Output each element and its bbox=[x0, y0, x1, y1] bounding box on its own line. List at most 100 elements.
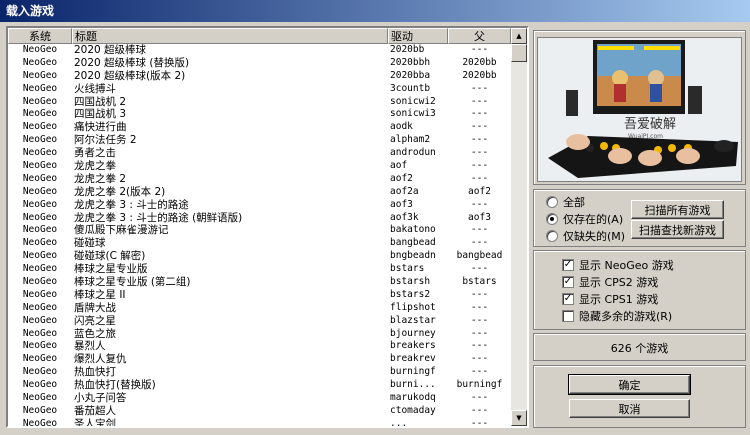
option-show-cps2[interactable]: ✓ 显示 CPS2 游戏 bbox=[562, 274, 658, 290]
table-row[interactable]: NeoGeo 龙虎之拳 3 : 斗士的路途 (朝鲜语版) aof3k aof3 bbox=[8, 212, 511, 225]
row-driver: marukodq bbox=[390, 392, 436, 404]
checkbox-icon[interactable]: ✓ bbox=[562, 259, 574, 271]
game-list[interactable]: 系统 标题 驱动 父 NeoGeo 2020 超级棒球 2020bb --- NeoGe… bbox=[6, 26, 529, 428]
scroll-up-arrow-icon[interactable]: ▲ bbox=[511, 28, 527, 44]
title-bar: 载入游戏 bbox=[0, 0, 750, 22]
table-row[interactable]: NeoGeo 勇者之击 androdun --- bbox=[8, 147, 511, 160]
table-row[interactable]: NeoGeo 火线搏斗 3countb --- bbox=[8, 83, 511, 96]
column-header-parent[interactable]: 父 bbox=[448, 28, 511, 44]
column-header-system[interactable]: 系统 bbox=[8, 28, 72, 44]
row-title: 蓝色之旅 bbox=[74, 327, 116, 340]
row-system: NeoGeo bbox=[22, 276, 58, 288]
table-row[interactable]: NeoGeo 龙虎之拳 2 aof2 --- bbox=[8, 173, 511, 186]
column-header-title[interactable]: 标题 bbox=[72, 28, 388, 44]
table-row[interactable]: NeoGeo 热血快打(替换版) burni... burningf bbox=[8, 379, 511, 392]
row-parent: bstars bbox=[462, 276, 497, 288]
row-driver: ctomaday bbox=[390, 404, 436, 416]
table-row[interactable]: NeoGeo 热血快打 burningf --- bbox=[8, 366, 511, 379]
row-parent: --- bbox=[470, 327, 489, 339]
table-row[interactable]: NeoGeo 棒球之星专业版 bstars --- bbox=[8, 263, 511, 276]
ok-button[interactable]: 确定 bbox=[568, 374, 691, 395]
row-parent: 2020bb bbox=[462, 56, 497, 68]
row-parent: --- bbox=[470, 340, 489, 352]
table-row[interactable]: NeoGeo 爆烈人复仇 breakrev --- bbox=[8, 353, 511, 366]
option-show-cps1[interactable]: ✓ 显示 CPS1 游戏 bbox=[562, 291, 658, 307]
table-row[interactable]: NeoGeo 2020 超级棒球 (替换版) 2020bbh 2020bb bbox=[8, 57, 511, 70]
row-title: 盾牌大战 bbox=[74, 301, 116, 314]
row-system: NeoGeo bbox=[22, 69, 58, 81]
row-parent: --- bbox=[470, 44, 489, 55]
table-row[interactable]: NeoGeo 碰碰球(C 解密) bngbeadn bangbead bbox=[8, 250, 511, 263]
row-title: 龙虎之拳 2(版本 2) bbox=[74, 185, 166, 198]
row-system: NeoGeo bbox=[22, 366, 58, 378]
table-row[interactable]: NeoGeo 盾牌大战 flipshot --- bbox=[8, 302, 511, 315]
table-row[interactable]: NeoGeo 小丸子问答 marukodq --- bbox=[8, 392, 511, 405]
row-title: 爆烈人复仇 bbox=[74, 353, 127, 366]
filter-radio-missing[interactable]: 仅缺失的(M) bbox=[546, 228, 625, 244]
row-title: 勇者之击 bbox=[74, 147, 116, 160]
table-row[interactable]: NeoGeo 棒球之星专业版 (第二组) bstarsh bstars bbox=[8, 276, 511, 289]
scroll-thumb[interactable] bbox=[511, 44, 527, 62]
row-driver: 3countb bbox=[390, 82, 431, 94]
row-system: NeoGeo bbox=[22, 108, 58, 120]
checkbox-icon[interactable]: ✓ bbox=[562, 276, 574, 288]
row-title: 四国战机 2 bbox=[74, 95, 127, 108]
radio-indicator[interactable] bbox=[546, 230, 558, 242]
table-row[interactable]: NeoGeo 闪亮之星 blazstar --- bbox=[8, 315, 511, 328]
option-hide-extra[interactable]: 隐藏多余的游戏(R) bbox=[562, 308, 672, 324]
scan-new-games-button[interactable]: 扫描查找新游戏 bbox=[631, 220, 724, 239]
scan-all-games-button[interactable]: 扫描所有游戏 bbox=[631, 200, 724, 219]
table-row[interactable]: NeoGeo 龙虎之拳 aof --- bbox=[8, 160, 511, 173]
row-driver: aodk bbox=[390, 121, 413, 133]
row-driver: aof3 bbox=[390, 198, 413, 210]
table-row[interactable]: NeoGeo 傻瓜殿下麻雀漫游记 bakatono --- bbox=[8, 224, 511, 237]
table-row[interactable]: NeoGeo 蓝色之旅 bjourney --- bbox=[8, 328, 511, 341]
column-header-driver[interactable]: 驱动 bbox=[388, 28, 448, 44]
table-row[interactable]: NeoGeo 龙虎之拳 3 : 斗士的路途 aof3 --- bbox=[8, 199, 511, 212]
table-row[interactable]: NeoGeo 痛快进行曲 aodk --- bbox=[8, 121, 511, 134]
game-preview-image: 吾爱破解 WuaiPJ.com bbox=[537, 37, 742, 182]
row-title: 龙虎之拳 bbox=[74, 160, 116, 173]
checkbox-icon[interactable]: ✓ bbox=[562, 293, 574, 305]
table-row[interactable]: NeoGeo 阿尔法任务 2 alpham2 --- bbox=[8, 134, 511, 147]
vertical-scrollbar[interactable]: ▲ ▼ bbox=[511, 28, 527, 426]
option-show-neogeo[interactable]: ✓ 显示 NeoGeo 游戏 bbox=[562, 257, 674, 273]
row-parent: --- bbox=[470, 82, 489, 94]
cancel-button[interactable]: 取消 bbox=[569, 399, 690, 418]
row-system: NeoGeo bbox=[22, 392, 58, 404]
table-row[interactable]: NeoGeo 2020 超级棒球 2020bb --- bbox=[8, 44, 511, 57]
table-row[interactable]: NeoGeo 碰碰球 bangbead --- bbox=[8, 237, 511, 250]
table-row[interactable]: NeoGeo 四国战机 2 sonicwi2 --- bbox=[8, 96, 511, 109]
filter-radio-existing[interactable]: 仅存在的(A) bbox=[546, 211, 623, 227]
row-parent: --- bbox=[470, 263, 489, 275]
checkbox-icon[interactable] bbox=[562, 310, 574, 322]
row-parent: --- bbox=[470, 224, 489, 236]
row-title: 棒球之星 II bbox=[74, 288, 126, 301]
table-row[interactable]: NeoGeo 四国战机 3 sonicwi3 --- bbox=[8, 108, 511, 121]
window-title: 载入游戏 bbox=[6, 4, 55, 18]
row-system: NeoGeo bbox=[22, 250, 58, 262]
table-row[interactable]: NeoGeo 番茄超人 ctomaday --- bbox=[8, 405, 511, 418]
row-title: 阿尔法任务 2 bbox=[74, 134, 137, 147]
row-driver: blazstar bbox=[390, 314, 436, 326]
scroll-down-arrow-icon[interactable]: ▼ bbox=[511, 410, 527, 426]
option-label: 显示 CPS2 游戏 bbox=[579, 276, 659, 289]
row-driver: sonicwi3 bbox=[390, 108, 436, 120]
row-system: NeoGeo bbox=[22, 237, 58, 249]
radio-indicator[interactable] bbox=[546, 213, 558, 225]
row-parent: --- bbox=[470, 366, 489, 378]
row-system: NeoGeo bbox=[22, 121, 58, 133]
table-row[interactable]: NeoGeo 暴烈人 breakers --- bbox=[8, 340, 511, 353]
row-driver: burni... bbox=[390, 379, 436, 391]
row-driver: androdun bbox=[390, 147, 436, 159]
table-row[interactable]: NeoGeo 圣人宝剑... --- bbox=[8, 418, 511, 426]
table-row[interactable]: NeoGeo 棒球之星 II bstars2 --- bbox=[8, 289, 511, 302]
table-row[interactable]: NeoGeo 2020 超级棒球(版本 2) 2020bba 2020bb bbox=[8, 70, 511, 83]
row-system: NeoGeo bbox=[22, 301, 58, 313]
row-driver: burningf bbox=[390, 366, 436, 378]
row-system: NeoGeo bbox=[22, 224, 58, 236]
radio-indicator[interactable] bbox=[546, 196, 558, 208]
row-driver: breakers bbox=[390, 340, 436, 352]
table-row[interactable]: NeoGeo 龙虎之拳 2(版本 2) aof2a aof2 bbox=[8, 186, 511, 199]
filter-radio-all[interactable]: 全部 bbox=[546, 194, 585, 210]
